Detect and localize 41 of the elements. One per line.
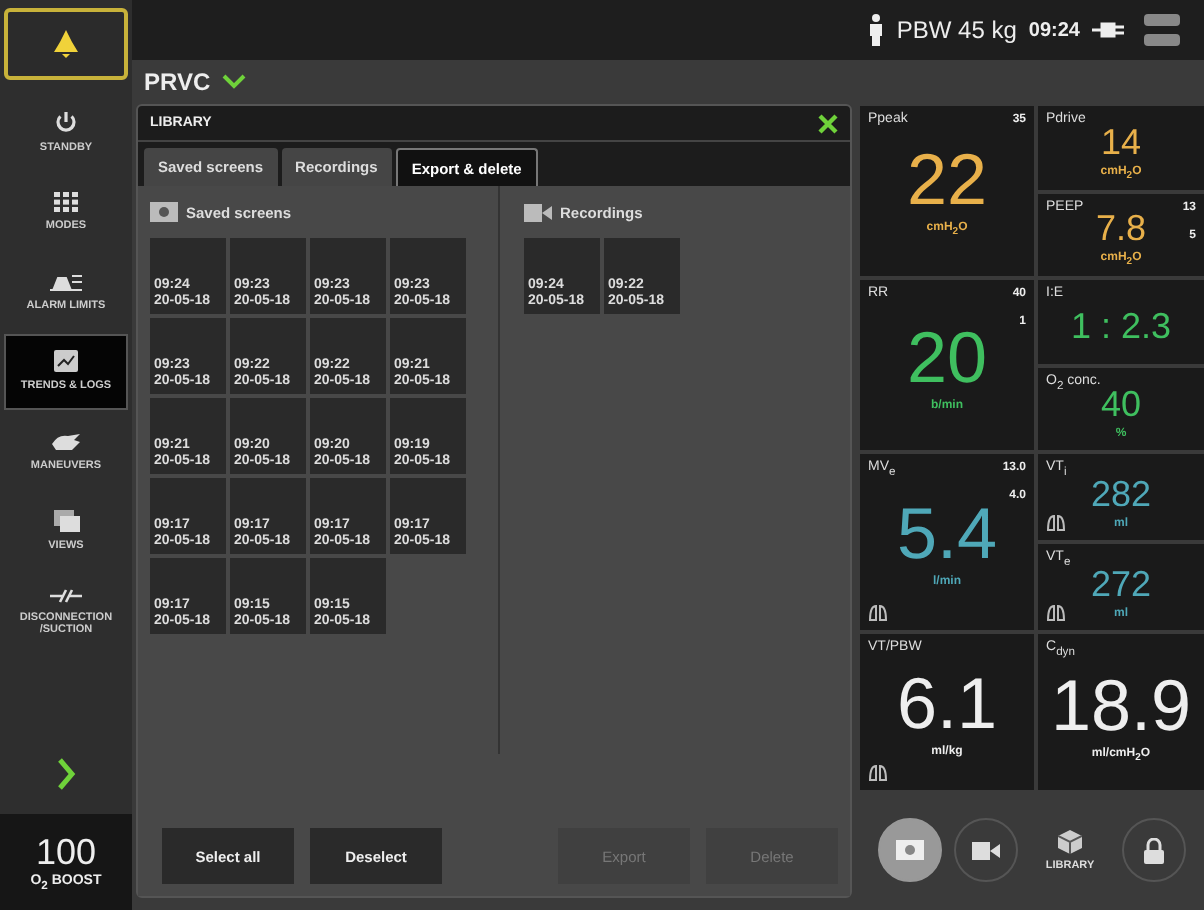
patient-weight: PBW 45 kg [896,16,1017,44]
camera-icon [150,202,178,222]
chevron-down-icon[interactable] [222,74,247,90]
parameter-value: 20 [906,319,988,395]
bell-icon [50,28,82,60]
parameter-value: 282 [1090,473,1152,513]
camera-icon [896,840,924,860]
alarm-bell-button[interactable] [4,8,128,80]
parameter-value: 7.8 [1095,208,1147,249]
camera-button[interactable] [878,818,942,882]
lock-icon [1144,837,1164,863]
parameter-value: 40 [1100,384,1142,425]
parameter-value: 18.9 [1050,667,1192,744]
close-icon[interactable] [818,113,838,133]
grid-icon [54,191,78,212]
video-camera-icon [972,841,1000,859]
plug-icon [1092,20,1124,40]
windows-icon [53,510,79,533]
video-button[interactable] [954,818,1018,882]
lungs-icon [868,764,888,782]
lock-button[interactable] [1122,818,1186,882]
ventilation-mode[interactable]: PRVC [144,68,211,96]
hand-icon [50,431,82,452]
parameter-value: 14 [1100,121,1142,162]
lungs-icon [1046,514,1066,532]
person-icon [868,14,885,46]
video-camera-icon [524,203,552,221]
disconnect-icon [50,587,82,603]
parameter-value: 5.4 [896,496,998,572]
clock-time: 09:24 [1028,19,1080,41]
parameter-value: 1 : 2.3 [1070,305,1172,346]
chevron-right-icon [56,758,76,790]
power-icon [54,109,78,134]
bell-limits-icon [50,271,82,292]
box-icon [1058,829,1082,853]
lungs-icon [1046,604,1066,622]
parameter-value: 22 [906,142,988,219]
chart-icon [54,350,78,373]
lungs-icon [868,604,888,622]
parameter-value: 272 [1090,563,1152,603]
parameter-value: 6.1 [896,666,998,742]
